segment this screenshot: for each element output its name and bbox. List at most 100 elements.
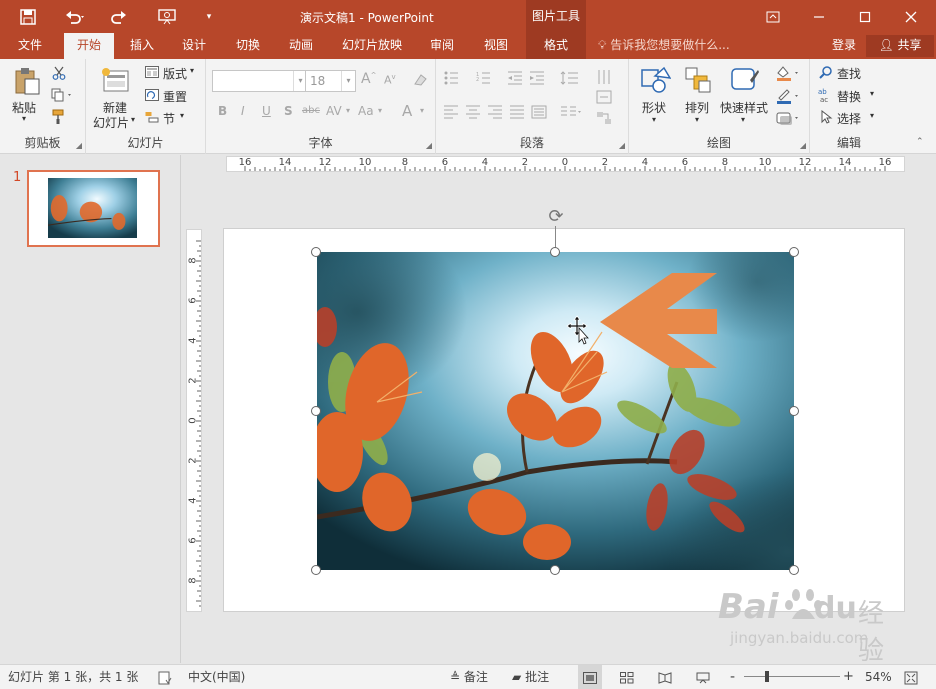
reset-icon[interactable]: [144, 88, 160, 102]
save-icon[interactable]: [12, 0, 44, 33]
spellcheck-icon[interactable]: [158, 665, 172, 689]
resize-handle-bottom-left[interactable]: [311, 565, 321, 575]
close-icon[interactable]: [888, 0, 934, 33]
redo-icon[interactable]: [104, 0, 132, 33]
replace-dropdown-icon[interactable]: ▾: [870, 89, 874, 98]
numbering-icon[interactable]: 12: [474, 69, 498, 87]
resize-handle-top-right[interactable]: [789, 247, 799, 257]
zoom-in-button[interactable]: +: [843, 665, 854, 689]
tab-insert[interactable]: 插入: [120, 33, 164, 59]
distributed-icon[interactable]: [530, 103, 548, 121]
align-center-icon[interactable]: [464, 103, 482, 121]
replace-icon[interactable]: ab ac: [818, 87, 834, 103]
format-painter-icon[interactable]: [49, 108, 69, 126]
slideshow-view-icon[interactable]: [696, 665, 710, 689]
find-button[interactable]: 查找: [837, 65, 861, 82]
tab-home[interactable]: 开始: [64, 33, 114, 59]
zoom-out-button[interactable]: -: [730, 665, 735, 689]
font-launcher-icon[interactable]: ◢: [426, 141, 432, 150]
ribbon-display-icon[interactable]: [750, 0, 796, 33]
selected-photo[interactable]: [317, 252, 794, 570]
section-icon[interactable]: [144, 110, 160, 124]
tab-transitions[interactable]: 切换: [226, 33, 270, 59]
justify-icon[interactable]: [508, 103, 526, 121]
select-button[interactable]: 选择: [837, 110, 861, 127]
line-spacing-icon[interactable]: [558, 69, 584, 87]
reading-view-icon[interactable]: [658, 665, 672, 689]
section-dropdown-icon[interactable]: ▾: [180, 111, 184, 120]
grow-font-icon[interactable]: A^: [361, 71, 376, 87]
customize-icon[interactable]: ▾: [198, 0, 220, 33]
columns-icon[interactable]: [558, 103, 584, 121]
align-left-icon[interactable]: [442, 103, 460, 121]
decrease-indent-icon[interactable]: [506, 69, 524, 87]
paste-dropdown-icon[interactable]: ▾: [22, 114, 26, 123]
share-button[interactable]: 👤︎ 共享: [866, 35, 934, 57]
minimize-icon[interactable]: [796, 0, 842, 33]
new-slide-dropdown-icon[interactable]: ▾: [131, 115, 135, 124]
font-color-dropdown-icon[interactable]: ▾: [420, 106, 424, 115]
tab-format[interactable]: 格式: [526, 33, 586, 59]
shape-fill-icon[interactable]: [773, 64, 803, 82]
italic-button[interactable]: I: [241, 104, 245, 118]
paste-icon[interactable]: [10, 65, 44, 97]
layout-icon[interactable]: [144, 65, 160, 79]
tab-review[interactable]: 审阅: [420, 33, 464, 59]
slide-sorter-icon[interactable]: [620, 665, 634, 689]
resize-handle-right[interactable]: [789, 406, 799, 416]
increase-indent-icon[interactable]: [528, 69, 546, 87]
select-dropdown-icon[interactable]: ▾: [870, 111, 874, 120]
find-icon[interactable]: [818, 64, 834, 80]
align-right-icon[interactable]: [486, 103, 504, 121]
presentation-start-icon[interactable]: [152, 0, 182, 33]
shrink-font-icon[interactable]: Av: [384, 73, 396, 87]
section-button[interactable]: 节: [163, 110, 175, 127]
clipboard-launcher-icon[interactable]: ◢: [76, 141, 82, 150]
align-text-icon[interactable]: [594, 88, 614, 106]
reset-button[interactable]: 重置: [163, 88, 187, 105]
resize-handle-bottom-right[interactable]: [789, 565, 799, 575]
bullets-icon[interactable]: [442, 69, 466, 87]
resize-handle-left[interactable]: [311, 406, 321, 416]
change-case-dropdown-icon[interactable]: ▾: [378, 106, 382, 115]
notes-button[interactable]: ≜ 备注: [450, 665, 488, 689]
layout-button[interactable]: 版式: [163, 65, 187, 82]
collapse-ribbon-icon[interactable]: ⌃: [916, 137, 924, 147]
rotate-handle-icon[interactable]: ⟳: [546, 207, 566, 227]
arrange-dropdown-icon[interactable]: ▾: [695, 115, 699, 124]
text-direction-icon[interactable]: [594, 67, 614, 87]
normal-view-icon[interactable]: [578, 665, 602, 689]
login-link[interactable]: 登录: [832, 33, 856, 59]
shapes-icon[interactable]: [637, 65, 673, 95]
character-spacing-dropdown-icon[interactable]: ▾: [346, 106, 350, 115]
copy-icon[interactable]: [49, 86, 77, 104]
comments-button[interactable]: ▰ 批注: [512, 665, 549, 689]
language-indicator[interactable]: 中文(中国): [188, 665, 245, 689]
quick-styles-button[interactable]: 快速样式: [720, 99, 768, 116]
cut-icon[interactable]: [49, 64, 69, 82]
font-color-button[interactable]: A: [402, 102, 412, 120]
font-name-combo[interactable]: ▾: [212, 70, 308, 92]
bold-button[interactable]: B: [218, 104, 227, 118]
shadow-button[interactable]: S: [284, 104, 293, 118]
arrange-icon[interactable]: [682, 65, 714, 95]
replace-button[interactable]: 替换: [837, 88, 861, 105]
select-cursor-icon[interactable]: [818, 109, 834, 125]
shape-outline-icon[interactable]: [773, 87, 803, 105]
tell-me-box[interactable]: 💡︎ 告诉我您想要做什么...: [598, 33, 730, 59]
paragraph-launcher-icon[interactable]: ◢: [619, 141, 625, 150]
clear-formatting-icon[interactable]: [410, 71, 430, 89]
convert-smartart-icon[interactable]: [594, 109, 614, 127]
tab-slideshow[interactable]: 幻灯片放映: [334, 33, 410, 59]
layout-dropdown-icon[interactable]: ▾: [190, 66, 194, 75]
undo-icon[interactable]: [58, 0, 94, 33]
new-slide-icon[interactable]: [98, 65, 132, 95]
tab-animations[interactable]: 动画: [279, 33, 323, 59]
tab-design[interactable]: 设计: [172, 33, 216, 59]
quick-styles-icon[interactable]: [728, 65, 762, 95]
character-spacing-button[interactable]: AV: [326, 104, 342, 118]
slide-thumbnail[interactable]: [27, 170, 160, 247]
drawing-launcher-icon[interactable]: ◢: [800, 141, 806, 150]
new-slide-button-line2[interactable]: 幻灯片: [93, 114, 129, 131]
shapes-dropdown-icon[interactable]: ▾: [652, 115, 656, 124]
